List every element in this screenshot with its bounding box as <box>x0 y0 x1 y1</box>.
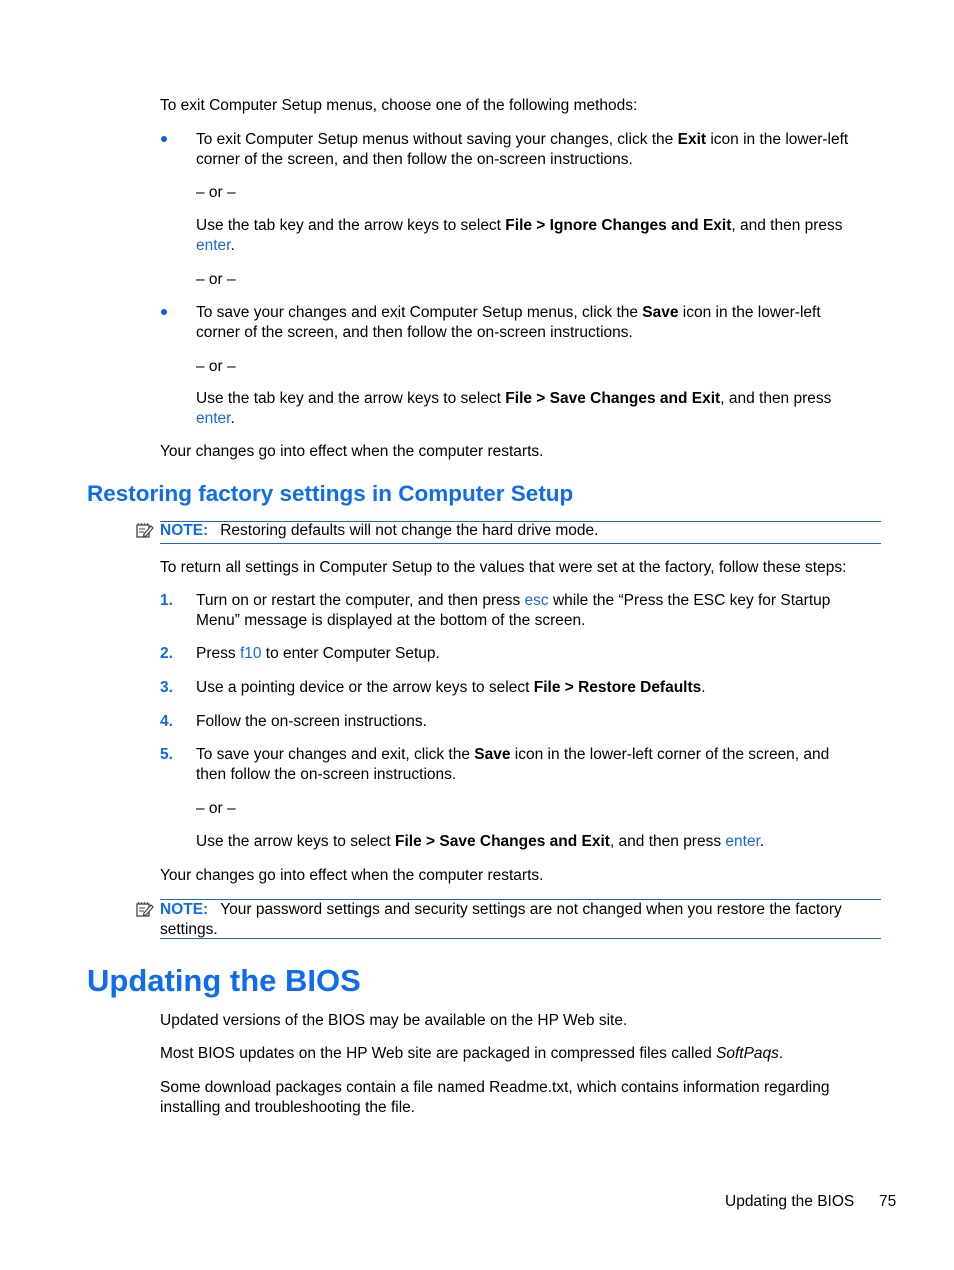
text: , and then press <box>609 833 726 850</box>
restart-note: Your changes go into effect when the com… <box>160 867 544 884</box>
step-3: Use a pointing device or the arrow keys … <box>196 678 886 698</box>
bold-term: File > Save Changes and Exit <box>505 390 721 407</box>
text: then follow the on-screen instructions. <box>196 765 457 783</box>
bold-term: File > Ignore Changes and Exit <box>505 217 732 234</box>
note-icon <box>136 522 154 538</box>
or-separator: – or – <box>196 358 236 375</box>
text: Use the tab key and the arrow keys to se… <box>196 390 506 407</box>
text: To save your changes and exit Computer S… <box>196 304 643 321</box>
text: Use a pointing device or the arrow keys … <box>196 679 534 696</box>
step-number: 3. <box>160 679 173 696</box>
step-number: 4. <box>160 713 173 730</box>
bold-term: File > Restore Defaults <box>533 679 702 696</box>
step-4: Follow the on-screen instructions. <box>196 713 427 730</box>
or-separator: – or – <box>196 800 236 817</box>
text: To save your changes and exit, click the <box>196 746 475 763</box>
footer-section-title: Updating the BIOS <box>725 1193 855 1210</box>
note-label: NOTE: <box>160 901 209 918</box>
key-enter: enter <box>725 833 760 850</box>
note-restore-defaults: NOTE: Restoring defaults will not change … <box>160 521 885 541</box>
text: Press <box>196 645 240 662</box>
text: , and then press <box>731 217 843 234</box>
note-bottom-rule <box>160 938 881 939</box>
bullet-icon <box>160 132 170 142</box>
exit-method-1-alt: Use the tab key and the arrow keys to se… <box>196 216 886 255</box>
note-label: NOTE: <box>160 522 209 539</box>
step-number: 2. <box>160 645 173 662</box>
text: . <box>701 679 706 696</box>
key-f10: f10 <box>239 645 262 662</box>
text: icon in the lower-left corner of the scr… <box>510 746 830 763</box>
exit-method-2-alt: Use the tab key and the arrow keys to se… <box>196 389 886 428</box>
bold-term: File > Save Changes and Exit <box>395 833 610 850</box>
text: . <box>230 409 235 427</box>
text: Use the arrow keys to select <box>196 833 395 850</box>
note-text: Restoring defaults will not change the h… <box>220 522 599 539</box>
note-text: Your password settings and security sett… <box>220 901 842 918</box>
note-text: settings. <box>160 920 218 938</box>
text: corner of the screen, and then follow th… <box>196 323 633 341</box>
text: . <box>778 1045 784 1062</box>
bios-paragraph-3: Some download packages contain a file na… <box>160 1078 885 1117</box>
bold-term: Save <box>474 746 511 763</box>
step-5-alt: Use the arrow keys to select File > Save… <box>196 832 886 852</box>
exit-method-2: To save your changes and exit Computer S… <box>196 303 886 342</box>
step-5: To save your changes and exit, click the… <box>196 745 886 784</box>
text: , and then press <box>720 390 832 407</box>
section-heading-bios: Updating the BIOS <box>87 963 361 998</box>
bios-paragraph-1: Updated versions of the BIOS may be avai… <box>160 1012 628 1029</box>
text: Use the tab key and the arrow keys to se… <box>196 217 506 234</box>
text: while the “Press the ESC key for Startup <box>548 592 831 609</box>
text: Some download packages contain a file na… <box>160 1079 830 1096</box>
note-icon <box>136 901 154 917</box>
intro-paragraph: To exit Computer Setup menus, choose one… <box>160 97 638 114</box>
restart-note: Your changes go into effect when the com… <box>160 443 544 460</box>
text: to enter Computer Setup. <box>261 645 440 662</box>
text: Menu” message is displayed at the bottom… <box>196 611 586 629</box>
step-2: Press f10 to enter Computer Setup. <box>196 644 886 664</box>
restore-intro: To return all settings in Computer Setup… <box>160 559 847 576</box>
text: Turn on or restart the computer, and the… <box>196 592 525 609</box>
note-password-settings: NOTE: Your password settings and security… <box>160 900 885 939</box>
text: icon in the lower-left <box>678 304 821 321</box>
text: Most BIOS updates on the HP Web site are… <box>160 1045 717 1062</box>
step-number: 5. <box>160 746 173 763</box>
text: . <box>230 236 235 254</box>
or-separator: – or – <box>196 271 236 288</box>
bullet-icon <box>160 305 170 315</box>
text: icon in the lower-left <box>706 131 849 148</box>
bold-term: Exit <box>677 131 707 148</box>
bios-paragraph-2: Most BIOS updates on the HP Web site are… <box>160 1044 885 1064</box>
text: To exit Computer Setup menus without sav… <box>196 131 678 148</box>
page-number: 75 <box>879 1193 897 1210</box>
note-bottom-rule <box>160 543 881 544</box>
exit-method-1: To exit Computer Setup menus without sav… <box>196 130 886 169</box>
key-enter: enter <box>196 409 231 427</box>
italic-term: SoftPaqs <box>716 1045 779 1062</box>
bold-term: Save <box>642 304 679 321</box>
key-enter: enter <box>196 236 231 254</box>
or-separator: – or – <box>196 184 236 201</box>
key-esc: esc <box>524 592 549 609</box>
text: installing and troubleshooting the file. <box>160 1098 416 1116</box>
text: . <box>759 833 765 850</box>
text: corner of the screen, and then follow th… <box>196 150 633 168</box>
section-heading-restore: Restoring factory settings in Computer S… <box>87 481 574 506</box>
step-number: 1. <box>160 592 173 609</box>
step-1: Turn on or restart the computer, and the… <box>196 591 886 630</box>
